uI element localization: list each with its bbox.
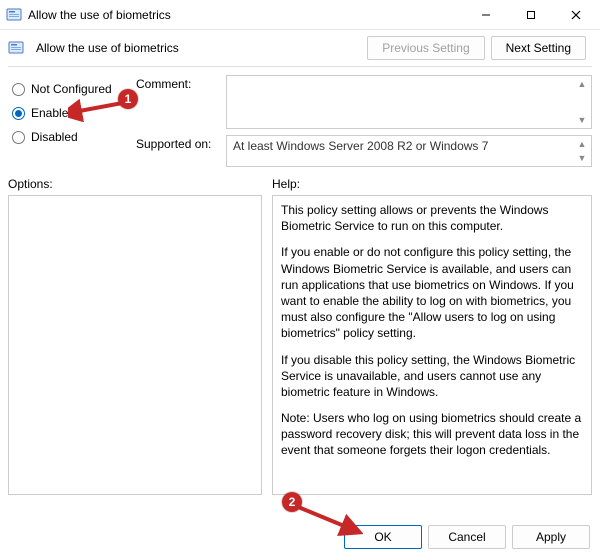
minimize-button[interactable]	[463, 1, 508, 29]
window-title: Allow the use of biometrics	[28, 8, 463, 22]
policy-name: Allow the use of biometrics	[36, 41, 361, 55]
radio-not-configured[interactable]: Not Configured	[8, 77, 128, 101]
divider	[8, 66, 592, 67]
dialog-footer: OK Cancel Apply	[344, 525, 590, 549]
radio-icon	[12, 83, 25, 96]
help-paragraph: Note: Users who log on using biometrics …	[281, 410, 583, 459]
radio-disabled[interactable]: Disabled	[8, 125, 128, 149]
close-button[interactable]	[553, 1, 598, 29]
radio-label: Enabled	[31, 106, 75, 120]
supported-on-value-box: At least Windows Server 2008 R2 or Windo…	[226, 135, 592, 167]
config-area: Not Configured Enabled Disabled Comment:…	[0, 75, 600, 167]
help-paragraph: This policy setting allows or prevents t…	[281, 202, 583, 234]
comment-field: Comment: ▲ ▼	[136, 75, 592, 129]
radio-icon	[12, 131, 25, 144]
scroll-down-icon[interactable]: ▼	[574, 151, 590, 165]
radio-label: Not Configured	[31, 82, 112, 96]
next-setting-button[interactable]: Next Setting	[491, 36, 586, 60]
policy-icon	[8, 40, 24, 56]
scroll-up-icon[interactable]: ▲	[574, 137, 590, 151]
annotation-badge: 2	[282, 492, 302, 512]
cancel-button[interactable]: Cancel	[428, 525, 506, 549]
state-radio-group: Not Configured Enabled Disabled	[8, 75, 128, 167]
radio-icon	[12, 107, 25, 120]
supported-on-field: Supported on: At least Windows Server 20…	[136, 135, 592, 167]
supported-on-label: Supported on:	[136, 135, 218, 151]
comment-label: Comment:	[136, 75, 218, 91]
supported-on-value: At least Windows Server 2008 R2 or Windo…	[233, 139, 488, 153]
radio-enabled[interactable]: Enabled	[8, 101, 128, 125]
scroll-down-icon[interactable]: ▼	[574, 113, 590, 127]
titlebar: Allow the use of biometrics	[0, 0, 600, 30]
lower-panes: Options: Help: This policy setting allow…	[0, 167, 600, 495]
help-paragraph: If you enable or do not configure this p…	[281, 244, 583, 341]
help-box[interactable]: This policy setting allows or prevents t…	[272, 195, 592, 495]
subtitle-row: Allow the use of biometrics Previous Set…	[0, 30, 600, 64]
help-label: Help:	[272, 177, 592, 191]
policy-icon	[6, 7, 22, 23]
scroll-up-icon[interactable]: ▲	[574, 77, 590, 91]
radio-label: Disabled	[31, 130, 78, 144]
annotation-badge: 1	[118, 89, 138, 109]
help-paragraph: If you disable this policy setting, the …	[281, 352, 583, 401]
window-controls	[463, 1, 598, 29]
comment-textarea[interactable]: ▲ ▼	[226, 75, 592, 129]
apply-button[interactable]: Apply	[512, 525, 590, 549]
maximize-button[interactable]	[508, 1, 553, 29]
options-label: Options:	[8, 177, 262, 191]
options-box	[8, 195, 262, 495]
ok-button[interactable]: OK	[344, 525, 422, 549]
previous-setting-button[interactable]: Previous Setting	[367, 36, 484, 60]
